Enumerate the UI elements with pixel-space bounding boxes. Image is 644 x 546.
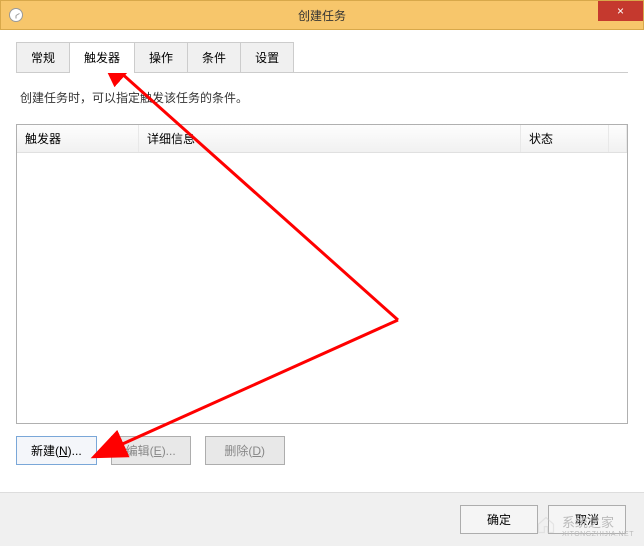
edit-button-hotkey: E: [154, 444, 162, 458]
delete-button-prefix: 删除(: [224, 444, 252, 458]
tab-conditions-label: 条件: [202, 51, 226, 65]
close-icon: ×: [617, 4, 624, 18]
tab-description: 创建任务时，可以指定触发该任务的条件。: [20, 89, 624, 106]
column-header-trigger[interactable]: 触发器: [17, 125, 139, 152]
column-header-detail[interactable]: 详细信息: [139, 125, 521, 152]
title-bar: 创建任务 ×: [0, 0, 644, 30]
column-header-scrollgap: [609, 125, 627, 152]
new-button-suffix: )...: [68, 444, 82, 458]
trigger-action-buttons: 新建(N)... 编辑(E)... 删除(D): [16, 436, 628, 465]
clock-icon: [9, 8, 23, 22]
column-header-status[interactable]: 状态: [521, 125, 609, 152]
tab-triggers[interactable]: 触发器: [69, 42, 135, 72]
tab-settings[interactable]: 设置: [240, 42, 294, 72]
tab-general[interactable]: 常规: [16, 42, 70, 72]
edit-button-suffix: )...: [162, 444, 176, 458]
dialog-content: 常规 触发器 操作 条件 设置 创建任务时，可以指定触发该任务的条件。 触发器 …: [0, 30, 644, 477]
tab-actions[interactable]: 操作: [134, 42, 188, 72]
tab-triggers-label: 触发器: [84, 51, 120, 65]
triggers-table: 触发器 详细信息 状态: [16, 124, 628, 424]
new-button-hotkey: N: [59, 444, 68, 458]
tab-general-label: 常规: [31, 51, 55, 65]
new-button[interactable]: 新建(N)...: [16, 436, 97, 465]
ok-button[interactable]: 确定: [460, 505, 538, 534]
delete-button[interactable]: 删除(D): [205, 436, 285, 465]
close-button[interactable]: ×: [598, 1, 643, 21]
edit-button[interactable]: 编辑(E)...: [111, 436, 191, 465]
new-button-prefix: 新建(: [31, 444, 59, 458]
delete-button-suffix: ): [261, 444, 265, 458]
dialog-button-bar: 确定 取消: [0, 492, 644, 546]
tab-actions-label: 操作: [149, 51, 173, 65]
cancel-button[interactable]: 取消: [548, 505, 626, 534]
tab-settings-label: 设置: [255, 51, 279, 65]
tab-strip: 常规 触发器 操作 条件 设置: [16, 42, 628, 73]
delete-button-hotkey: D: [252, 444, 261, 458]
tab-conditions[interactable]: 条件: [187, 42, 241, 72]
table-header-row: 触发器 详细信息 状态: [17, 125, 627, 153]
edit-button-prefix: 编辑(: [126, 444, 154, 458]
window-title: 创建任务: [298, 7, 346, 24]
